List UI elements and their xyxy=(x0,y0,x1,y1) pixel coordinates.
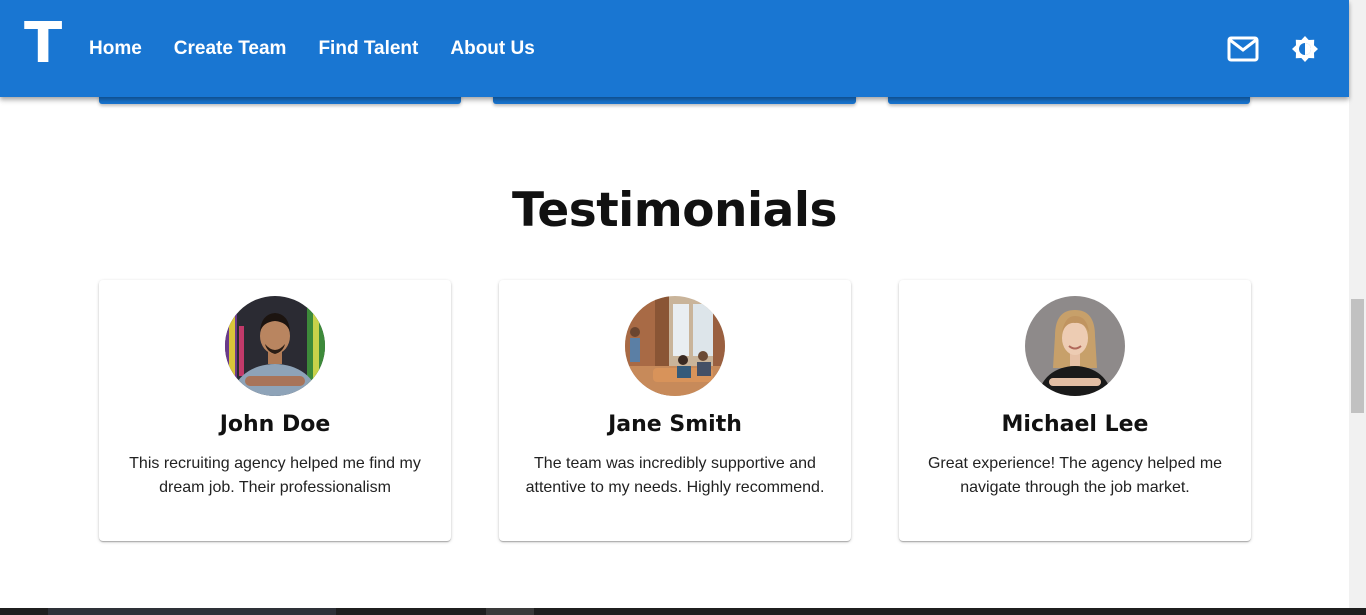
brightness-icon xyxy=(1292,36,1318,62)
taskbar-item[interactable] xyxy=(48,608,336,615)
nav-find-talent[interactable]: Find Talent xyxy=(318,38,418,60)
testimonial-text: Great experience! The agency helped me n… xyxy=(927,455,1223,496)
scrollbar-thumb[interactable] xyxy=(1351,299,1364,413)
avatar xyxy=(225,296,325,396)
nav-about-us[interactable]: About Us xyxy=(450,38,534,60)
testimonial-text: This recruiting agency helped me find my… xyxy=(129,455,421,496)
testimonial-card: John Doe This recruiting agency helped m… xyxy=(99,280,451,541)
avatar xyxy=(625,296,725,396)
app-bar: T Home Create Team Find Talent About Us xyxy=(0,0,1349,97)
nav-create-team[interactable]: Create Team xyxy=(174,38,287,60)
logo[interactable]: T xyxy=(24,16,62,72)
taskbar-strip xyxy=(0,608,1366,615)
testimonial-name: Michael Lee xyxy=(1001,412,1149,437)
theme-toggle-button[interactable] xyxy=(1289,33,1321,65)
mail-icon xyxy=(1227,36,1259,62)
testimonial-name: John Doe xyxy=(219,412,331,437)
avatar xyxy=(1025,296,1125,396)
main-nav: Home Create Team Find Talent About Us xyxy=(89,0,535,97)
vertical-scrollbar[interactable] xyxy=(1349,0,1366,615)
testimonial-name: Jane Smith xyxy=(608,412,742,437)
section-title: Testimonials xyxy=(512,183,837,238)
mail-button[interactable] xyxy=(1227,33,1259,65)
testimonial-card: Jane Smith The team was incredibly suppo… xyxy=(499,280,851,541)
nav-home[interactable]: Home xyxy=(89,38,142,60)
taskbar-item[interactable] xyxy=(486,608,534,615)
testimonial-card: Michael Lee Great experience! The agency… xyxy=(899,280,1251,541)
testimonial-text: The team was incredibly supportive and a… xyxy=(525,455,825,496)
